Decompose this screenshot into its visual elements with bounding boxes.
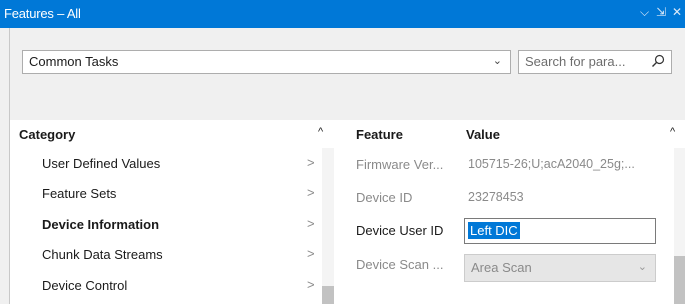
feature-column-header[interactable]: Feature: [356, 127, 403, 142]
feature-scrollbar-thumb[interactable]: [674, 256, 685, 304]
category-item-label: Feature Sets: [42, 186, 117, 201]
chevron-right-icon: >: [307, 216, 315, 231]
features-panel: Common Tasks ⌄ Search for para... Catego…: [9, 28, 685, 304]
chevron-right-icon: >: [307, 246, 315, 261]
window-menu-icon[interactable]: ⌵: [640, 5, 649, 20]
category-item-label: Device Information: [42, 217, 160, 232]
view-select-value: Common Tasks: [29, 54, 119, 69]
feature-list: Firmware Ver... 105715-26;U;acA2040_25g;…: [334, 148, 685, 304]
search-icon[interactable]: [651, 54, 665, 71]
chevron-right-icon: >: [307, 185, 315, 200]
category-header-label: Category: [19, 127, 76, 142]
category-item-chunk-data-streams[interactable]: Chunk Data Streams >: [10, 239, 320, 269]
category-scrollbar[interactable]: [322, 148, 334, 304]
feature-name: Device ID: [356, 190, 413, 205]
category-item-user-defined-values[interactable]: User Defined Values >: [10, 148, 320, 178]
chevron-right-icon: >: [307, 277, 315, 292]
feature-name: Device User ID: [356, 223, 444, 238]
pin-icon[interactable]: ⇲: [656, 5, 666, 19]
category-item-device-information[interactable]: Device Information >: [10, 209, 320, 239]
category-header: Category ^: [10, 120, 334, 148]
feature-value: 105715-26;U;acA2040_25g;...: [468, 157, 635, 171]
category-item-feature-sets[interactable]: Feature Sets >: [10, 178, 320, 208]
value-column-header[interactable]: Value: [466, 127, 500, 142]
select-value: Area Scan: [471, 260, 532, 275]
close-icon[interactable]: ✕: [672, 5, 682, 19]
search-input[interactable]: Search for para...: [518, 50, 672, 74]
category-list: User Defined Values > Feature Sets > Dev…: [10, 148, 334, 304]
category-item-label: Device Control: [42, 278, 128, 293]
feature-row-firmware-version[interactable]: Firmware Ver... 105715-26;U;acA2040_25g;…: [334, 148, 674, 181]
feature-row-device-user-id[interactable]: Device User ID Left DIC: [334, 214, 674, 247]
chevron-down-icon: ⌄: [637, 261, 647, 273]
feature-row-device-id[interactable]: Device ID 23278453: [334, 181, 674, 214]
category-scrollbar-thumb[interactable]: [322, 286, 334, 304]
selected-text: Left DIC: [468, 222, 520, 239]
category-item-device-control[interactable]: Device Control >: [10, 270, 320, 300]
chevron-down-icon: ⌄: [492, 55, 502, 67]
feature-value: 23278453: [468, 190, 524, 204]
feature-row-device-scan-type[interactable]: Device Scan ... Area Scan ⌄: [334, 248, 674, 282]
category-item-label: Chunk Data Streams: [42, 247, 163, 262]
window-titlebar: Features – All ⌵ ⇲ ✕: [0, 0, 685, 28]
chevron-up-icon[interactable]: ^: [318, 126, 323, 138]
toolbar: Common Tasks ⌄ Search for para...: [10, 28, 685, 120]
chevron-right-icon: >: [307, 155, 315, 170]
feature-name: Firmware Ver...: [356, 157, 444, 172]
device-scan-type-select: Area Scan ⌄: [464, 254, 656, 282]
search-placeholder: Search for para...: [525, 54, 626, 69]
feature-header: Feature Value ^: [334, 120, 685, 148]
feature-name: Device Scan ...: [356, 257, 444, 272]
device-user-id-input[interactable]: Left DIC: [464, 218, 656, 244]
category-item-label: User Defined Values: [42, 156, 161, 171]
view-select[interactable]: Common Tasks ⌄: [22, 50, 511, 74]
window-title: Features – All: [4, 6, 81, 21]
chevron-up-icon[interactable]: ^: [670, 126, 675, 138]
